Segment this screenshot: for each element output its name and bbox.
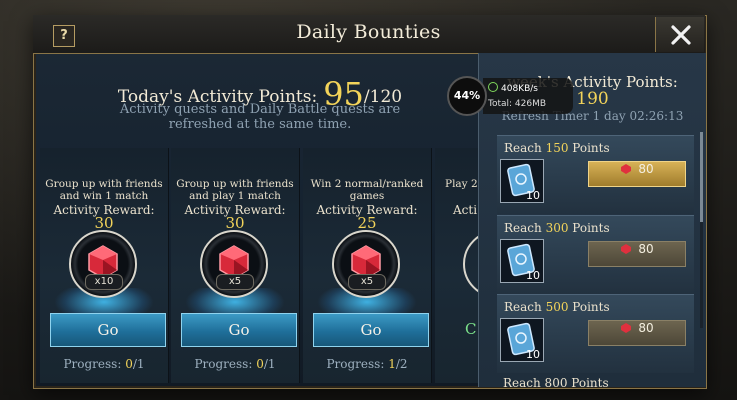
close-button[interactable] bbox=[655, 17, 704, 52]
quest-description: Group up with friends and play 1 match bbox=[176, 178, 294, 202]
milestone-row: Reach 150 Points 10 80 bbox=[497, 135, 694, 214]
claim-button[interactable]: 80 bbox=[588, 161, 686, 187]
quest-description: Group up with friends and win 1 match bbox=[45, 178, 163, 202]
reward-label: Acti bbox=[453, 203, 478, 217]
reward-quantity: x5 bbox=[216, 274, 254, 290]
reward-quantity: x5 bbox=[348, 274, 386, 290]
quest-description: Play 2 bbox=[445, 178, 478, 190]
milestone-row: Reach 500 Points 10 80 bbox=[497, 294, 694, 373]
network-icon bbox=[488, 82, 498, 92]
milestone-row: Reach 300 Points 10 80 bbox=[497, 215, 694, 294]
claim-button[interactable]: 80 bbox=[588, 320, 686, 346]
quest-card: Win 2 normal/ranked games Activity Rewar… bbox=[303, 148, 432, 383]
go-button[interactable]: C bbox=[465, 320, 476, 338]
go-button[interactable]: Go bbox=[181, 313, 297, 347]
network-overlay: 408KB/s Total: 426MB 44% bbox=[447, 76, 597, 120]
refresh-note: Activity quests and Daily Battle quests … bbox=[119, 102, 401, 132]
quest-progress: Progress: 0/1 bbox=[63, 357, 145, 371]
quest-description: Win 2 normal/ranked games bbox=[310, 178, 424, 202]
scroll-item-icon[interactable]: 10 bbox=[500, 159, 544, 203]
network-stats: 408KB/s Total: 426MB bbox=[483, 78, 573, 114]
gem-ring-partial bbox=[463, 230, 478, 298]
scroll-item-icon[interactable]: 10 bbox=[500, 239, 544, 283]
scroll-item-icon[interactable]: 10 bbox=[500, 318, 544, 362]
go-button[interactable]: Go bbox=[313, 313, 429, 347]
quest-progress: Progress: 0/1 bbox=[194, 357, 276, 371]
milestone-label: Reach 500 Points bbox=[504, 300, 610, 314]
quest-card: Group up with friends and win 1 match Ac… bbox=[40, 148, 169, 383]
download-total: Total: 426MB bbox=[488, 99, 547, 109]
milestone-label: Reach 300 Points bbox=[504, 221, 610, 235]
quest-progress: Progress: 1/2 bbox=[326, 357, 408, 371]
claim-button[interactable]: 80 bbox=[588, 241, 686, 267]
quest-card-partial: Play 2 Acti C bbox=[435, 148, 479, 383]
quest-card: Group up with friends and play 1 match A… bbox=[171, 148, 300, 383]
next-milestone-peek: Reach 800 Points bbox=[503, 376, 609, 387]
reward-quantity: x10 bbox=[85, 274, 123, 290]
help-button[interactable]: ? bbox=[53, 25, 75, 47]
page-title: Daily Bounties bbox=[296, 21, 441, 43]
go-button[interactable]: Go bbox=[50, 313, 166, 347]
close-icon bbox=[671, 25, 691, 45]
download-speed: 408KB/s bbox=[501, 84, 538, 94]
usage-percent: 44% bbox=[447, 76, 487, 116]
scrollbar-thumb[interactable] bbox=[700, 132, 703, 222]
milestone-label: Reach 150 Points bbox=[504, 141, 610, 155]
